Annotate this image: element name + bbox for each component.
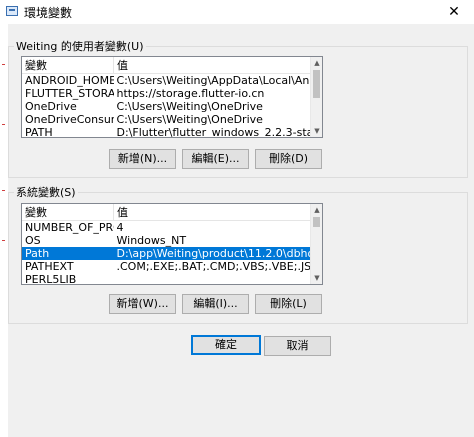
user-variables-list[interactable]: 變數 值 ANDROID_HOME C:\Users\Weiting\AppDa…	[21, 56, 323, 138]
table-row[interactable]: PERL5LIB	[22, 273, 316, 285]
column-header-value[interactable]: 值	[113, 204, 316, 221]
scroll-down-icon[interactable]: ▼	[311, 272, 322, 284]
environment-variables-dialog: 環境變數 ✕ Weiting 的使用者變數(U) 變數 值 ANDROID_HO…	[0, 0, 474, 437]
system-variables-list[interactable]: 變數 值 NUMBER_OF_PRO... 4 OS Windows_NT Pa…	[21, 203, 323, 285]
background-mark	[2, 64, 5, 65]
variable-value	[114, 273, 316, 284]
system-variables-label: 系統變數(S)	[14, 184, 78, 200]
variable-value: Windows_NT	[116, 234, 187, 247]
user-new-button[interactable]: 新增(N)...	[109, 149, 176, 169]
list-header: 變數 值	[22, 57, 316, 74]
variable-name: NUMBER_OF_PRO...	[25, 221, 114, 234]
user-variables-table: 變數 值 ANDROID_HOME C:\Users\Weiting\AppDa…	[22, 57, 316, 138]
scrollbar-thumb[interactable]	[313, 217, 320, 227]
table-row[interactable]: PATHEXT .COM;.EXE;.BAT;.CMD;.VBS;.VBE;.J…	[22, 260, 316, 273]
variable-value: D:\app\Weiting\product\11.2.0\dbhome_1\b…	[113, 247, 316, 260]
variable-value: C:\Users\Weiting\OneDrive	[116, 100, 263, 113]
scroll-down-icon[interactable]: ▼	[311, 125, 322, 137]
system-edit-button[interactable]: 編輯(I)...	[182, 294, 249, 314]
table-row-selected[interactable]: Path D:\app\Weiting\product\11.2.0\dbhom…	[22, 247, 316, 260]
background-mark	[2, 240, 5, 241]
background-mark	[2, 190, 5, 191]
variable-name: PATH	[25, 126, 53, 138]
column-header-variable[interactable]: 變數	[22, 204, 114, 221]
table-row[interactable]: OneDrive C:\Users\Weiting\OneDrive	[22, 100, 316, 113]
background-window-edge	[0, 24, 8, 437]
cancel-button[interactable]: 取消	[264, 336, 331, 356]
vertical-scrollbar[interactable]: ▲ ▼	[310, 57, 322, 137]
column-header-value[interactable]: 值	[113, 57, 316, 74]
system-delete-button[interactable]: 刪除(L)	[255, 294, 322, 314]
table-row[interactable]: NUMBER_OF_PRO... 4	[22, 221, 316, 235]
scrollbar-thumb[interactable]	[313, 70, 320, 98]
variable-name: Path	[22, 247, 114, 260]
list-header: 變數 值	[22, 204, 316, 221]
background-mark	[2, 124, 5, 125]
variable-name: FLUTTER_STORAGE...	[25, 87, 114, 100]
table-row[interactable]: PATH D:\Flutter\flutter_windows_2.2.3-st…	[22, 126, 316, 138]
user-edit-button[interactable]: 編輯(E)...	[182, 149, 249, 169]
variable-name: OneDriveConsumer	[25, 113, 114, 126]
window-title: 環境變數	[24, 6, 73, 20]
system-variables-table: 變數 值 NUMBER_OF_PRO... 4 OS Windows_NT Pa…	[22, 204, 316, 285]
variable-name: OS	[25, 234, 41, 247]
ok-button[interactable]: 確定	[191, 335, 261, 355]
variable-value: 4	[116, 221, 124, 234]
system-new-button[interactable]: 新增(W)...	[109, 294, 176, 314]
title-bar: 環境變數 ✕	[0, 0, 474, 24]
variable-name: PERL5LIB	[25, 273, 77, 285]
variable-value: D:\Flutter\flutter_windows_2.2.3-stable\…	[116, 126, 316, 138]
scroll-up-icon[interactable]: ▲	[311, 57, 322, 69]
table-row[interactable]: OS Windows_NT	[22, 234, 316, 247]
variable-name: ANDROID_HOME	[25, 74, 114, 87]
table-row[interactable]: OneDriveConsumer C:\Users\Weiting\OneDri…	[22, 113, 316, 126]
window-icon	[6, 6, 18, 16]
variable-value: .COM;.EXE;.BAT;.CMD;.VBS;.VBE;.JS;.JSE;.…	[116, 260, 316, 273]
user-delete-button[interactable]: 刪除(D)	[255, 149, 322, 169]
variable-name: OneDrive	[25, 100, 77, 113]
variable-name: PATHEXT	[25, 260, 74, 273]
table-row[interactable]: ANDROID_HOME C:\Users\Weiting\AppData\Lo…	[22, 74, 316, 88]
close-button[interactable]: ✕	[434, 0, 474, 24]
user-variables-label: Weiting 的使用者變數(U)	[14, 38, 146, 54]
table-row[interactable]: FLUTTER_STORAGE... https://storage.flutt…	[22, 87, 316, 100]
scroll-up-icon[interactable]: ▲	[311, 204, 322, 216]
variable-value: C:\Users\Weiting\AppData\Local\Android\S…	[116, 74, 316, 87]
variable-value: C:\Users\Weiting\OneDrive	[116, 113, 263, 126]
column-header-variable[interactable]: 變數	[22, 57, 114, 74]
variable-value: https://storage.flutter-io.cn	[116, 87, 265, 100]
vertical-scrollbar[interactable]: ▲ ▼	[310, 204, 322, 284]
